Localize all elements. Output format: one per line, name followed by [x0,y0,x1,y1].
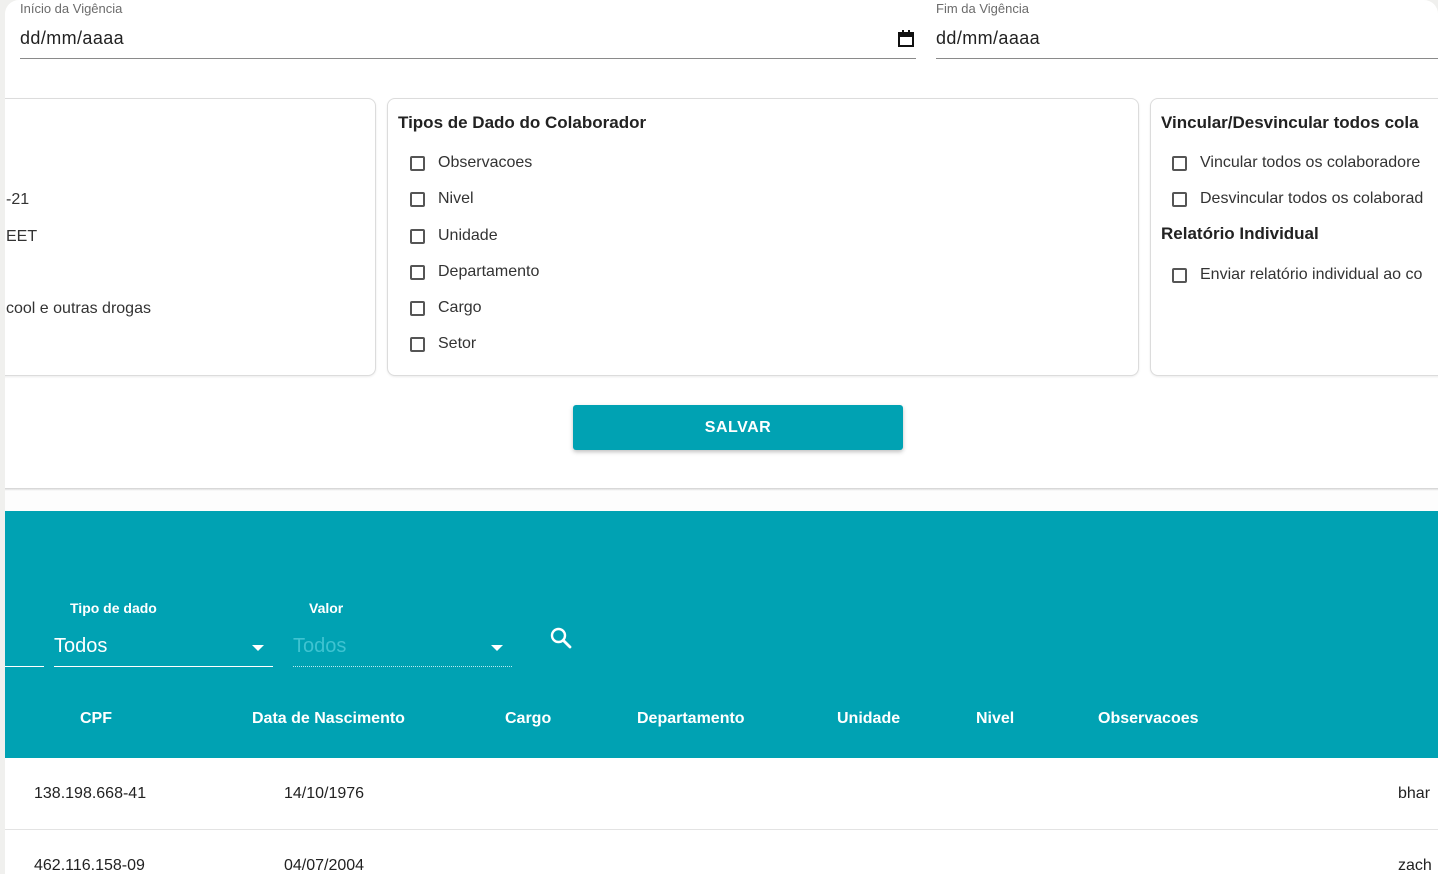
checkbox-label: Nivel [438,190,474,207]
fim-vigencia-underline [936,58,1438,59]
left-card-line-2: EET [6,228,38,245]
cell-cpf: 462.116.158-09 [34,857,145,874]
checkbox-box[interactable] [410,336,425,352]
checkbox-box[interactable] [410,191,425,207]
cell-cpf: 138.198.668-41 [34,785,147,802]
tipos-dado-title: Tipos de Dado do Colaborador [398,113,647,132]
checkbox-label: Enviar relatório individual ao co [1200,266,1423,283]
checkbox-relatorio-individual[interactable]: Enviar relatório individual ao co [1172,266,1422,284]
tipo-dado-label: Tipo de dado [70,600,157,616]
column-header-nivel[interactable]: Nivel [976,710,1014,728]
checkbox-label: Observacoes [438,154,533,171]
valor-select[interactable]: Todos [293,635,346,658]
table-row[interactable]: 462.116.158-09 04/07/2004 zach [5,830,1438,874]
checkbox-box[interactable] [1172,155,1187,171]
checkbox-unidade[interactable]: Unidade [410,227,498,245]
checkbox-label: Desvincular todos os colaborad [1200,190,1424,207]
vincular-title: Vincular/Desvincular todos cola [1161,113,1419,132]
inicio-vigencia-underline [20,58,916,59]
column-header-departamento[interactable]: Departamento [637,710,745,728]
checkbox-label: Vincular todos os colaboradore [1200,154,1421,171]
left-card-line-1: -21 [6,191,30,208]
cell-nascimento: 04/07/2004 [284,857,365,874]
fim-vigencia-field[interactable]: Fim da Vigência dd/mm/aaaa [936,0,1438,60]
checkbox-observacoes[interactable]: Observacoes [410,154,532,172]
checkbox-desvincular-todos[interactable]: Desvincular todos os colaborad [1172,190,1423,208]
checkbox-label: Cargo [438,299,482,316]
section-gap [5,491,1438,511]
fim-vigencia-label: Fim da Vigência [936,1,1029,16]
checkbox-cargo[interactable]: Cargo [410,299,482,317]
checkbox-label: Setor [438,335,477,352]
inicio-vigencia-label: Início da Vigência [20,1,123,16]
chevron-down-icon[interactable] [491,645,503,651]
fim-vigencia-input[interactable]: dd/mm/aaaa [936,28,1040,49]
checkbox-vincular-todos[interactable]: Vincular todos os colaboradore [1172,154,1420,172]
column-header-data-nascimento[interactable]: Data de Nascimento [252,710,405,728]
checkbox-setor[interactable]: Setor [410,335,476,353]
cell-extra: zach [1398,857,1432,874]
checkbox-box[interactable] [1172,267,1187,283]
checkbox-box[interactable] [410,228,425,244]
column-header-unidade[interactable]: Unidade [837,710,900,728]
cell-extra: bhar [1398,785,1431,802]
table-header-panel: Tipo de dado Todos Valor Todos CPF Data … [5,511,1438,758]
checkbox-label: Unidade [438,227,498,244]
inicio-vigencia-field[interactable]: Início da Vigência dd/mm/aaaa [20,0,916,60]
cell-nascimento: 14/10/1976 [284,785,365,802]
left-card-line-3: cool e outras drogas [6,300,151,317]
app-frame: Início da Vigência dd/mm/aaaa Fim da Vig… [5,0,1438,874]
chevron-down-icon[interactable] [252,645,264,651]
relatorio-title: Relatório Individual [1161,224,1319,243]
checkbox-departamento[interactable]: Departamento [410,263,539,281]
column-header-cpf[interactable]: CPF [80,710,112,728]
checkbox-label: Departamento [438,263,540,280]
checkbox-box[interactable] [1172,191,1187,207]
valor-underline [293,666,512,667]
checkbox-nivel[interactable]: Nivel [410,190,474,208]
inicio-vigencia-input[interactable]: dd/mm/aaaa [20,28,124,49]
left-card: -21 EET cool e outras drogas [5,98,376,376]
column-header-cargo[interactable]: Cargo [505,710,551,728]
column-header-observacoes[interactable]: Observacoes [1098,710,1199,728]
checkbox-box[interactable] [410,264,425,280]
valor-label: Valor [309,600,344,616]
checkbox-box[interactable] [410,300,425,316]
save-button[interactable]: SALVAR [573,405,903,450]
tipo-dado-underline [54,666,273,667]
prev-filter-underline [5,666,44,667]
checkbox-box[interactable] [410,155,425,171]
vincular-card: Vincular/Desvincular todos cola Vincular… [1150,98,1438,376]
table-row[interactable]: 138.198.668-41 14/10/1976 bhar [5,758,1438,830]
tipo-dado-select[interactable]: Todos [54,635,107,658]
tipos-dado-card: Tipos de Dado do Colaborador Observacoes… [387,98,1139,376]
search-icon[interactable] [549,626,573,650]
calendar-icon[interactable] [898,30,914,47]
